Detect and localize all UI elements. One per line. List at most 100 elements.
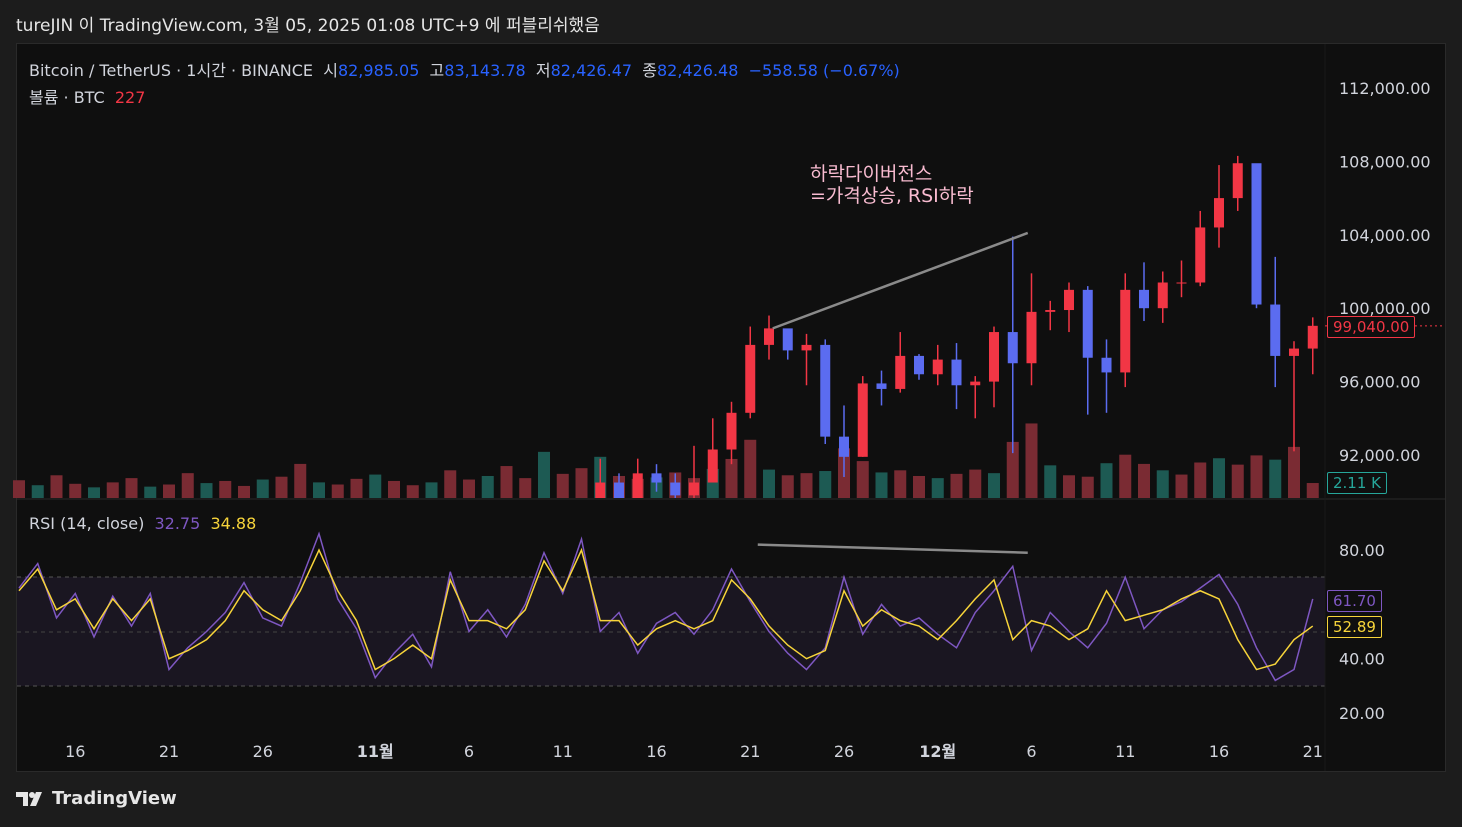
symbol-legend: Bitcoin / TetherUS · 1시간 · BINANCE 시82,9… xyxy=(29,57,900,81)
candle-body xyxy=(651,473,662,483)
time-tick-label: 26 xyxy=(834,742,854,761)
volume-bar xyxy=(369,474,382,498)
candle-body xyxy=(614,482,624,498)
volume-bar xyxy=(894,470,907,498)
volume-bar xyxy=(181,473,194,498)
candle-body xyxy=(857,383,868,457)
volume-bar xyxy=(950,473,963,498)
volume-bar xyxy=(13,480,25,498)
candle-body xyxy=(1026,311,1037,364)
rsi-tick-label: 80.00 xyxy=(1339,541,1385,560)
time-tick-label: 6 xyxy=(464,742,474,761)
low-value: 82,426.47 xyxy=(550,61,633,80)
volume-bar xyxy=(538,451,550,498)
volume-bar xyxy=(1100,463,1113,498)
trendline-rsi xyxy=(757,543,1028,554)
time-tick-label: 16 xyxy=(1209,742,1229,761)
volume-bar xyxy=(575,468,588,498)
candle-body xyxy=(595,482,606,498)
volume-bar xyxy=(1138,463,1150,498)
volume-bar xyxy=(88,487,100,498)
volume-bar xyxy=(1306,483,1319,498)
candle-body xyxy=(707,449,718,483)
low-label: 저 xyxy=(535,61,551,80)
candle-body xyxy=(1214,198,1224,228)
price-tick-label: 108,000.00 xyxy=(1339,152,1431,171)
volume-bar xyxy=(275,476,288,498)
close-value: 82,426.48 xyxy=(656,61,739,80)
candle-body xyxy=(914,355,924,375)
candle-body xyxy=(1251,163,1262,305)
candle-body xyxy=(1101,357,1112,373)
open-value: 82,985.05 xyxy=(337,61,420,80)
volume-bar xyxy=(931,478,944,498)
time-tick-label: 26 xyxy=(253,742,273,761)
volume-bar xyxy=(725,458,738,498)
candle-body xyxy=(1045,310,1056,312)
candles xyxy=(595,155,1318,498)
tradingview-logo[interactable]: TradingView xyxy=(16,788,177,809)
candle-body xyxy=(970,381,981,386)
volume-bar xyxy=(238,485,250,498)
candle-body xyxy=(895,355,906,389)
time-tick-label: 12월 xyxy=(919,742,956,761)
volume-bar xyxy=(69,483,82,498)
volume-bar xyxy=(106,482,119,498)
candle-body xyxy=(951,359,962,386)
volume-bar xyxy=(1156,470,1169,498)
volume-bar xyxy=(500,466,513,498)
rsi-legend: RSI (14, close) 32.75 34.88 xyxy=(29,514,256,533)
volume-bar xyxy=(781,475,794,498)
candle-body xyxy=(989,332,999,382)
candle-body xyxy=(1157,282,1168,309)
volume-bar xyxy=(556,473,569,498)
candle-body xyxy=(1232,163,1243,199)
candle-body xyxy=(726,412,737,450)
rsi-ma-value: 34.88 xyxy=(210,514,257,533)
time-tick-label: 16 xyxy=(646,742,666,761)
volume-bar xyxy=(388,480,400,498)
volume-bar xyxy=(1119,454,1132,498)
candle-body xyxy=(782,328,793,351)
symbol-name[interactable]: Bitcoin / TetherUS · 1시간 · BINANCE xyxy=(29,61,313,80)
volume-bar xyxy=(219,480,232,498)
tradingview-logo-icon xyxy=(16,791,42,806)
volume-bar xyxy=(1063,475,1075,498)
candle-body xyxy=(689,482,699,496)
volume-bar xyxy=(988,473,1000,498)
volume-bars xyxy=(13,423,1319,498)
open-label: 시 xyxy=(323,61,338,80)
candle-body xyxy=(1082,289,1093,358)
candle-body xyxy=(1176,282,1187,284)
rsi-label[interactable]: RSI (14, close) xyxy=(29,514,144,533)
candle-body xyxy=(1289,348,1299,356)
candle-body xyxy=(820,344,831,437)
divergence-annotation[interactable]: 하락다이버전스 =가격상승, RSI하락 xyxy=(810,163,974,207)
candle-body xyxy=(632,473,643,498)
volume-bar xyxy=(800,473,813,498)
candle-body xyxy=(839,436,849,457)
volume-bar xyxy=(313,482,325,498)
candle-body xyxy=(1139,289,1149,309)
close-label: 종 xyxy=(642,61,657,80)
volume-bar xyxy=(1025,423,1038,498)
volume-bar xyxy=(519,478,532,498)
volume-bar xyxy=(350,478,363,498)
volume-bar xyxy=(1213,458,1225,498)
rsi-band xyxy=(17,577,1325,686)
candle-body xyxy=(1007,332,1018,364)
volume-bar xyxy=(31,485,44,498)
volume-bar xyxy=(425,482,438,498)
chart-canvas[interactable]: 112,000.00108,000.00104,000.00100,000.00… xyxy=(0,0,1462,827)
time-tick-label: 21 xyxy=(740,742,760,761)
volume-bar xyxy=(913,475,925,498)
volume-bar xyxy=(1288,446,1300,498)
volume-bar xyxy=(1231,464,1244,498)
candle-body xyxy=(876,383,887,389)
volume-label[interactable]: 볼륨 · BTC xyxy=(29,88,105,107)
time-tick-label: 6 xyxy=(1026,742,1036,761)
volume-bar xyxy=(744,439,757,498)
volume-bar xyxy=(1044,465,1057,498)
price-tick-label: 96,000.00 xyxy=(1339,373,1420,392)
trendline-price xyxy=(772,231,1029,330)
